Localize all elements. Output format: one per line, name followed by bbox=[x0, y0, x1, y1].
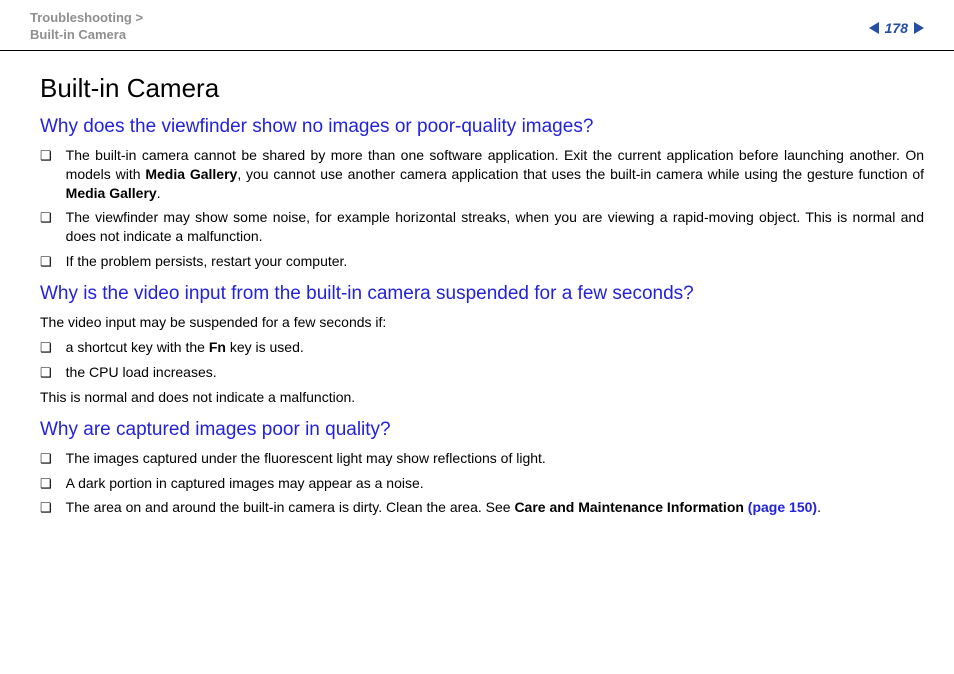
list-item-text: The built-in camera cannot be shared by … bbox=[66, 146, 924, 203]
list-item: ❑ a shortcut key with the Fn key is used… bbox=[40, 338, 924, 357]
prev-page-icon[interactable] bbox=[869, 22, 879, 34]
bullet-icon: ❑ bbox=[40, 209, 52, 227]
bullet-icon: ❑ bbox=[40, 475, 52, 493]
list-item-text: a shortcut key with the Fn key is used. bbox=[66, 338, 924, 357]
bullet-icon: ❑ bbox=[40, 253, 52, 271]
list-item: ❑ If the problem persists, restart your … bbox=[40, 252, 924, 271]
bullet-icon: ❑ bbox=[40, 339, 52, 357]
bullet-list: ❑ The images captured under the fluoresc… bbox=[40, 449, 924, 518]
list-item: ❑ The area on and around the built-in ca… bbox=[40, 498, 924, 517]
breadcrumb-page: Built-in Camera bbox=[30, 27, 126, 42]
list-item-text: the CPU load increases. bbox=[66, 363, 924, 382]
list-item-text: A dark portion in captured images may ap… bbox=[66, 474, 924, 493]
next-page-icon[interactable] bbox=[914, 22, 924, 34]
list-item: ❑ The images captured under the fluoresc… bbox=[40, 449, 924, 468]
content: Built-in Camera Why does the viewfinder … bbox=[0, 51, 954, 518]
pager: 178 bbox=[869, 10, 924, 36]
bullet-icon: ❑ bbox=[40, 364, 52, 382]
paragraph: This is normal and does not indicate a m… bbox=[40, 388, 924, 407]
bullet-icon: ❑ bbox=[40, 450, 52, 468]
list-item-text: The viewfinder may show some noise, for … bbox=[66, 208, 924, 246]
list-item: ❑ The built-in camera cannot be shared b… bbox=[40, 146, 924, 203]
question-heading: Why are captured images poor in quality? bbox=[40, 419, 924, 441]
bullet-list: ❑ a shortcut key with the Fn key is used… bbox=[40, 338, 924, 382]
page-title: Built-in Camera bbox=[40, 73, 924, 104]
question-heading: Why does the viewfinder show no images o… bbox=[40, 116, 924, 138]
list-item-text: The images captured under the fluorescen… bbox=[66, 449, 924, 468]
list-item-text: If the problem persists, restart your co… bbox=[66, 252, 924, 271]
list-item: ❑ the CPU load increases. bbox=[40, 363, 924, 382]
breadcrumb-sep: > bbox=[135, 10, 143, 25]
page-header: Troubleshooting > Built-in Camera 178 bbox=[0, 0, 954, 51]
bullet-icon: ❑ bbox=[40, 499, 52, 517]
bullet-icon: ❑ bbox=[40, 147, 52, 165]
breadcrumb-section: Troubleshooting bbox=[30, 10, 132, 25]
bullet-list: ❑ The built-in camera cannot be shared b… bbox=[40, 146, 924, 271]
page-link[interactable]: (page 150) bbox=[744, 499, 817, 515]
list-item: ❑ A dark portion in captured images may … bbox=[40, 474, 924, 493]
paragraph: The video input may be suspended for a f… bbox=[40, 313, 924, 332]
question-heading: Why is the video input from the built-in… bbox=[40, 283, 924, 305]
list-item-text: The area on and around the built-in came… bbox=[66, 498, 924, 517]
list-item: ❑ The viewfinder may show some noise, fo… bbox=[40, 208, 924, 246]
breadcrumb: Troubleshooting > Built-in Camera bbox=[30, 10, 143, 44]
page-number: 178 bbox=[885, 20, 908, 36]
